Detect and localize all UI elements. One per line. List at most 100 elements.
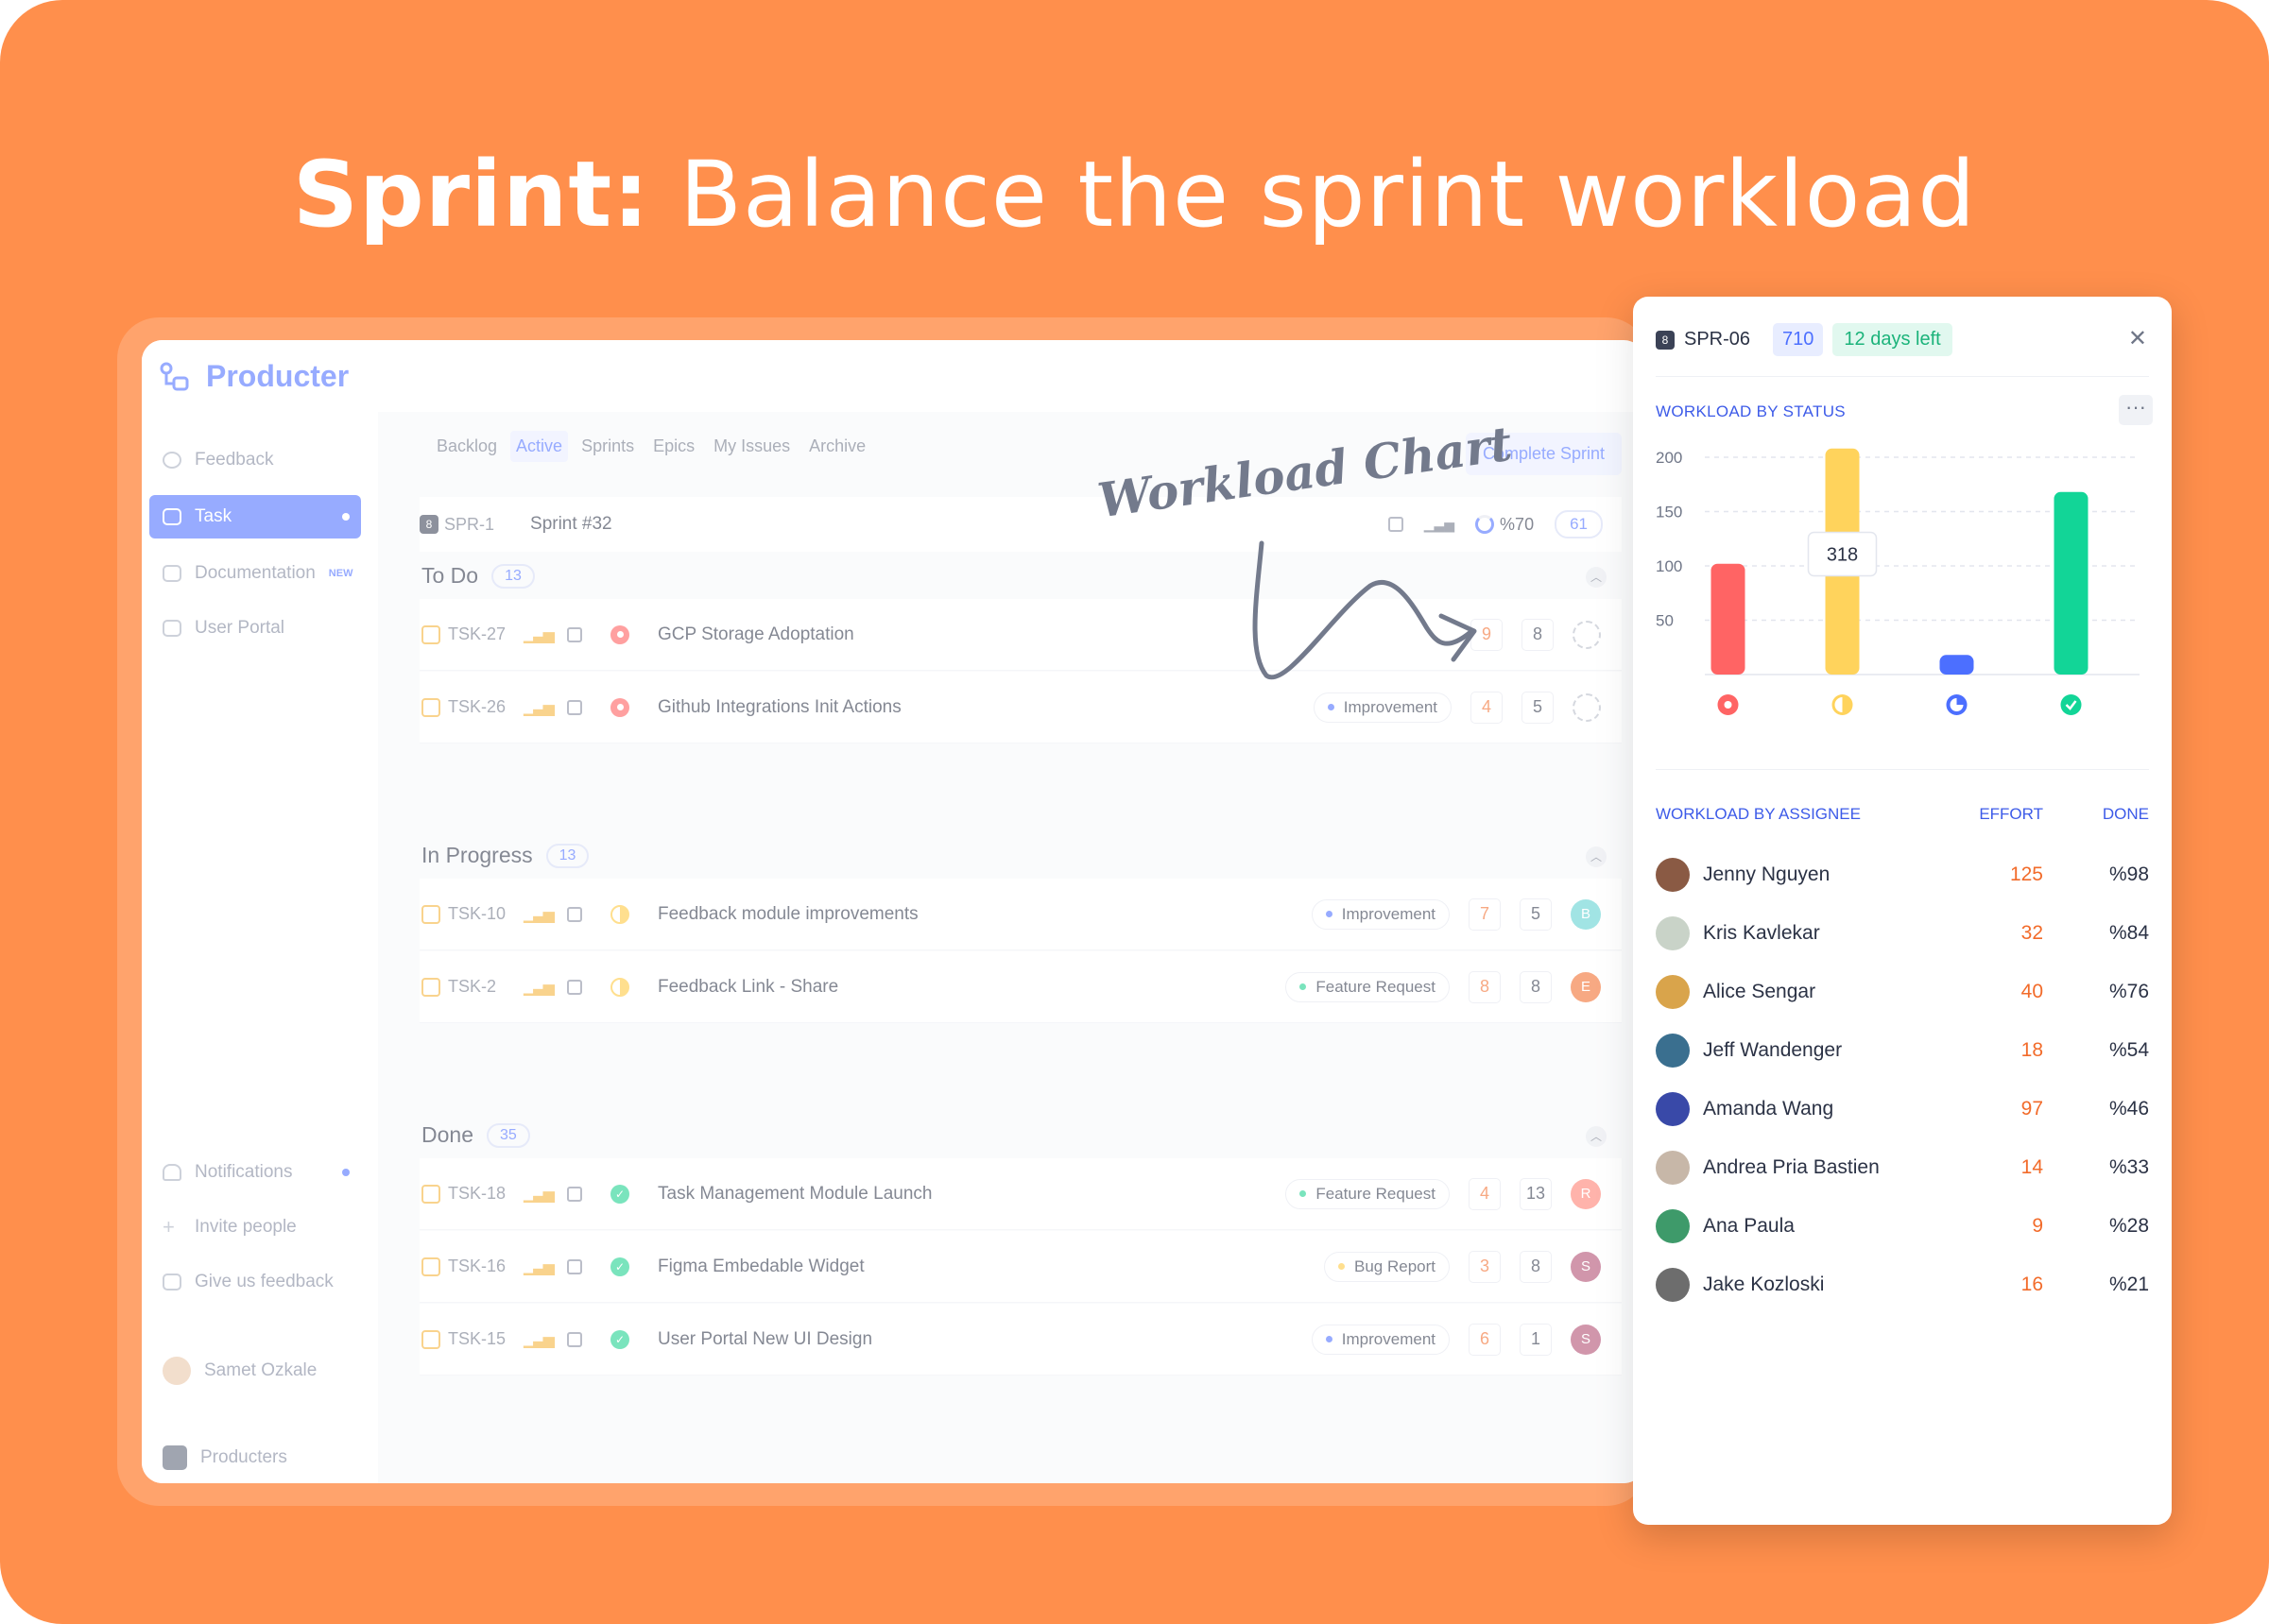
producter-logo-icon: [160, 362, 189, 390]
chevron-up-icon[interactable]: ︿: [1586, 846, 1607, 867]
sidebar-item-notifications[interactable]: Notifications: [149, 1151, 361, 1194]
tab-archive[interactable]: Archive: [803, 431, 871, 462]
sidebar-item-give-feedback[interactable]: Give us feedback: [149, 1260, 361, 1304]
task-row[interactable]: TSK-15 ▁▃▅ ✓ User Portal New UI Design Impro…: [420, 1304, 1622, 1376]
priority-bars-icon[interactable]: ▁▃▅: [524, 1257, 567, 1276]
task-effort[interactable]: 8: [1469, 970, 1501, 1003]
assignee-avatar[interactable]: S: [1571, 1324, 1601, 1355]
assignee-avatar[interactable]: S: [1571, 1251, 1601, 1282]
calendar-icon[interactable]: [567, 1331, 582, 1347]
task-tag[interactable]: Improvement: [1311, 898, 1450, 930]
assignee-name: Andrea Pria Bastien: [1703, 1156, 1880, 1178]
calendar-icon[interactable]: [567, 979, 582, 995]
calendar-icon[interactable]: [567, 699, 582, 715]
priority-bars-icon[interactable]: ▁▃▅: [524, 625, 567, 644]
assignee-avatar[interactable]: B: [1571, 898, 1601, 930]
calendar-icon[interactable]: [567, 1186, 582, 1202]
task-type-icon: [421, 1329, 440, 1349]
close-icon[interactable]: ✕: [2128, 325, 2147, 352]
assignee-row[interactable]: Alice Sengar 40 %76: [1656, 964, 2149, 1020]
task-points[interactable]: 5: [1520, 897, 1552, 931]
avatar: [1656, 916, 1690, 950]
task-points[interactable]: 8: [1520, 1250, 1552, 1283]
user-profile[interactable]: Samet Ozkale: [149, 1349, 361, 1393]
assignee-row[interactable]: Andrea Pria Bastien 14 %33: [1656, 1139, 2149, 1196]
task-points[interactable]: 13: [1519, 1177, 1552, 1210]
calendar-icon[interactable]: [567, 626, 582, 642]
tab-epics[interactable]: Epics: [647, 431, 700, 462]
sidebar-item-task[interactable]: Task: [149, 495, 361, 538]
assignee-row[interactable]: Amanda Wang 97 %46: [1656, 1081, 2149, 1137]
assignee-done: %76: [2108, 981, 2149, 1002]
status-done-icon[interactable]: ✓: [610, 1256, 629, 1276]
task-row[interactable]: TSK-10 ▁▃▅ Feedback module improvements Imp…: [420, 879, 1622, 950]
assignee-row[interactable]: Jeff Wandenger 18 %54: [1656, 1022, 2149, 1079]
status-prog-icon[interactable]: [610, 977, 629, 997]
tag-label: Improvement: [1341, 904, 1435, 923]
status-done-icon[interactable]: ✓: [610, 1184, 629, 1204]
priority-bars-icon[interactable]: ▁▃▅: [524, 1330, 567, 1349]
task-id: TSK-10: [448, 904, 507, 923]
chevron-up-icon[interactable]: ︿: [1586, 567, 1607, 588]
assignee-avatar[interactable]: R: [1571, 1178, 1601, 1209]
group-title[interactable]: To Do 13: [421, 563, 535, 589]
task-effort[interactable]: 3: [1469, 1250, 1501, 1283]
unassigned-avatar-icon[interactable]: [1573, 692, 1601, 722]
more-icon[interactable]: ···: [2119, 395, 2153, 425]
sidebar-item-user-portal[interactable]: User Portal: [149, 607, 361, 650]
task-tag[interactable]: Feature Request: [1285, 1178, 1450, 1209]
tag-dot-icon: [1299, 1190, 1307, 1197]
priority-bars-icon[interactable]: ▁▃▅: [524, 1185, 567, 1204]
sidebar-item-documentation[interactable]: Documentation NEW: [149, 552, 361, 595]
brand-logo[interactable]: Producter: [159, 359, 349, 394]
new-badge: NEW: [328, 568, 353, 579]
task-id: TSK-18: [448, 1184, 507, 1203]
task-tag[interactable]: Bug Report: [1324, 1251, 1450, 1282]
tab-backlog[interactable]: Backlog: [431, 431, 503, 462]
calendar-icon[interactable]: [567, 1258, 582, 1274]
sprint-points: 61: [1555, 510, 1603, 538]
task-row[interactable]: TSK-2 ▁▃▅ Feedback Link - Share Feature Req…: [420, 951, 1622, 1023]
assignee-avatar[interactable]: E: [1571, 971, 1601, 1002]
group-title[interactable]: Done 35: [421, 1122, 530, 1148]
tab-sprints[interactable]: Sprints: [576, 431, 640, 462]
status-todo-icon[interactable]: [610, 624, 629, 644]
assignee-row[interactable]: Jake Kozloski 16 %21: [1656, 1256, 2149, 1313]
task-row[interactable]: TSK-18 ▁▃▅ ✓ Task Management Module Launch F…: [420, 1158, 1622, 1230]
group-title[interactable]: In Progress 13: [421, 843, 590, 868]
chevron-up-icon[interactable]: ︿: [1586, 1126, 1607, 1147]
priority-bars-icon[interactable]: ▁▃▅: [524, 978, 567, 997]
task-points[interactable]: 1: [1520, 1323, 1552, 1356]
status-todo-icon[interactable]: [610, 697, 629, 717]
task-effort[interactable]: 6: [1469, 1323, 1501, 1356]
task-points[interactable]: 8: [1520, 970, 1552, 1003]
status-prog-icon[interactable]: [610, 904, 629, 924]
sidebar-item-label: Invite people: [195, 1217, 297, 1237]
task-effort[interactable]: 4: [1468, 1177, 1501, 1210]
tab-active[interactable]: Active: [510, 431, 569, 462]
avatar: [1656, 1092, 1690, 1126]
assignee-done: %28: [2108, 1215, 2149, 1237]
priority-bars-icon[interactable]: ▁▃▅: [524, 698, 567, 717]
tab-my-issues[interactable]: My Issues: [708, 431, 796, 462]
assignee-row[interactable]: Ana Paula 9 %28: [1656, 1198, 2149, 1255]
panel-header: 8 SPR-06 710 12 days left: [1656, 323, 1952, 356]
task-row[interactable]: TSK-16 ▁▃▅ ✓ Figma Embedable Widget Bug Repo…: [420, 1231, 1622, 1303]
assignee-row[interactable]: Jenny Nguyen 125 %98: [1656, 846, 2149, 903]
status-done-icon[interactable]: ✓: [610, 1329, 629, 1349]
calendar-icon[interactable]: [567, 906, 582, 922]
task-tag[interactable]: Feature Request: [1285, 971, 1450, 1002]
sidebar-item-invite[interactable]: + Invite people: [149, 1205, 361, 1249]
task-tag[interactable]: Improvement: [1311, 1324, 1450, 1355]
unread-dot: [342, 513, 350, 521]
sidebar-item-feedback[interactable]: Feedback: [149, 438, 361, 482]
unassigned-avatar-icon[interactable]: [1573, 620, 1601, 649]
task-effort[interactable]: 7: [1469, 897, 1501, 931]
workspace-switcher[interactable]: Producters: [149, 1436, 361, 1479]
assignee-name: Jake Kozloski: [1703, 1274, 1825, 1295]
priority-bars-icon[interactable]: ▁▃▅: [524, 905, 567, 924]
bar-review: [1939, 655, 1974, 675]
assignee-row[interactable]: Kris Kavlekar 32 %84: [1656, 905, 2149, 962]
task-meta: Feature Request 8 8 E: [1285, 970, 1601, 1003]
group-name: Done: [421, 1122, 473, 1147]
